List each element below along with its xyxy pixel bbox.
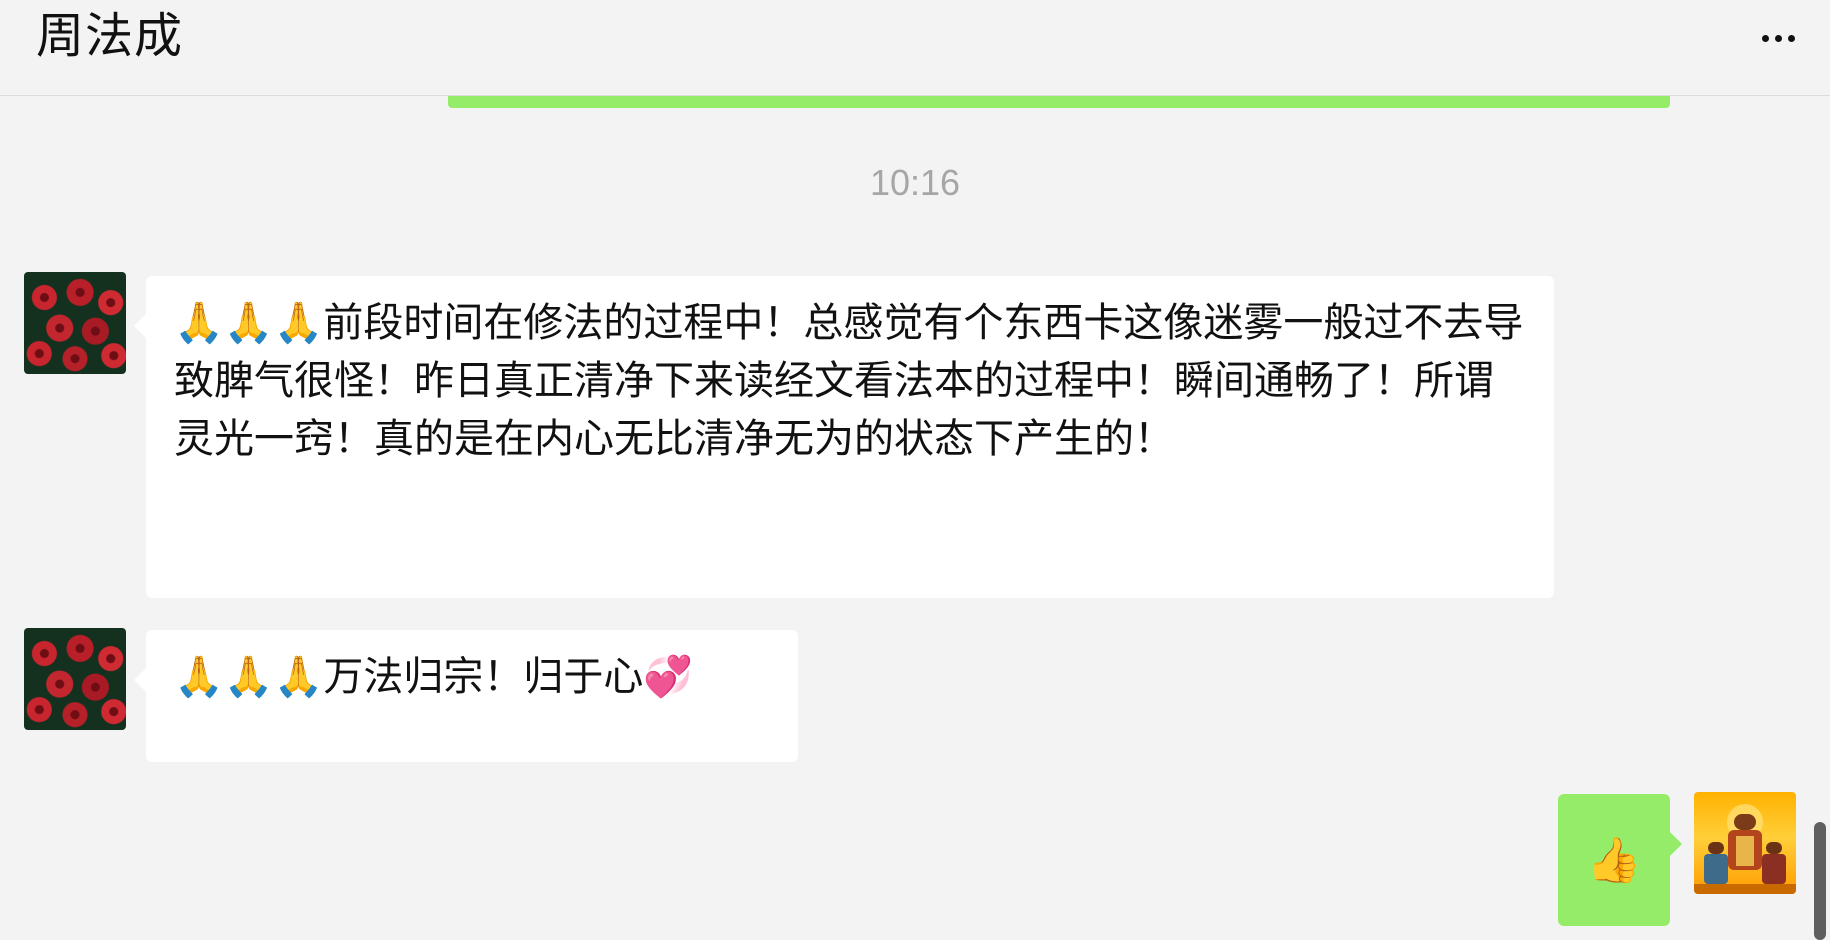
message-text: 🙏🙏🙏万法归宗！归于心💞: [174, 654, 694, 700]
more-dot: [1774, 34, 1782, 42]
message-timestamp: 10:16: [869, 162, 961, 203]
chat-header: 周法成: [0, 0, 1830, 96]
rose-avatar-image: [24, 272, 126, 374]
chat-title: 周法成: [36, 8, 184, 64]
rose-avatar-image: [24, 628, 126, 730]
thumbs-up-icon: 👍: [1586, 835, 1642, 886]
self-message-bubble[interactable]: 👍: [1558, 794, 1682, 926]
scrollbar-thumb[interactable]: [1814, 822, 1826, 940]
message-bubble[interactable]: 🙏🙏🙏万法归宗！归于心💞: [134, 630, 798, 762]
message-text: 🙏🙏🙏前段时间在修法的过程中！总感觉有个东西卡这像迷雾一般过不去导致脾气很怪！昨…: [174, 300, 1524, 462]
sender-avatar[interactable]: [24, 628, 126, 730]
more-horizontal-icon: [1761, 34, 1769, 42]
self-avatar[interactable]: [1694, 792, 1796, 894]
deity-avatar-image: [1694, 804, 1796, 894]
previous-message-bubble[interactable]: [448, 96, 1670, 108]
message-bubble[interactable]: 🙏🙏🙏前段时间在修法的过程中！总感觉有个东西卡这像迷雾一般过不去导致脾气很怪！昨…: [134, 276, 1554, 598]
sender-avatar[interactable]: [24, 272, 126, 374]
more-dot: [1787, 34, 1795, 42]
more-options-button[interactable]: [1750, 18, 1806, 58]
